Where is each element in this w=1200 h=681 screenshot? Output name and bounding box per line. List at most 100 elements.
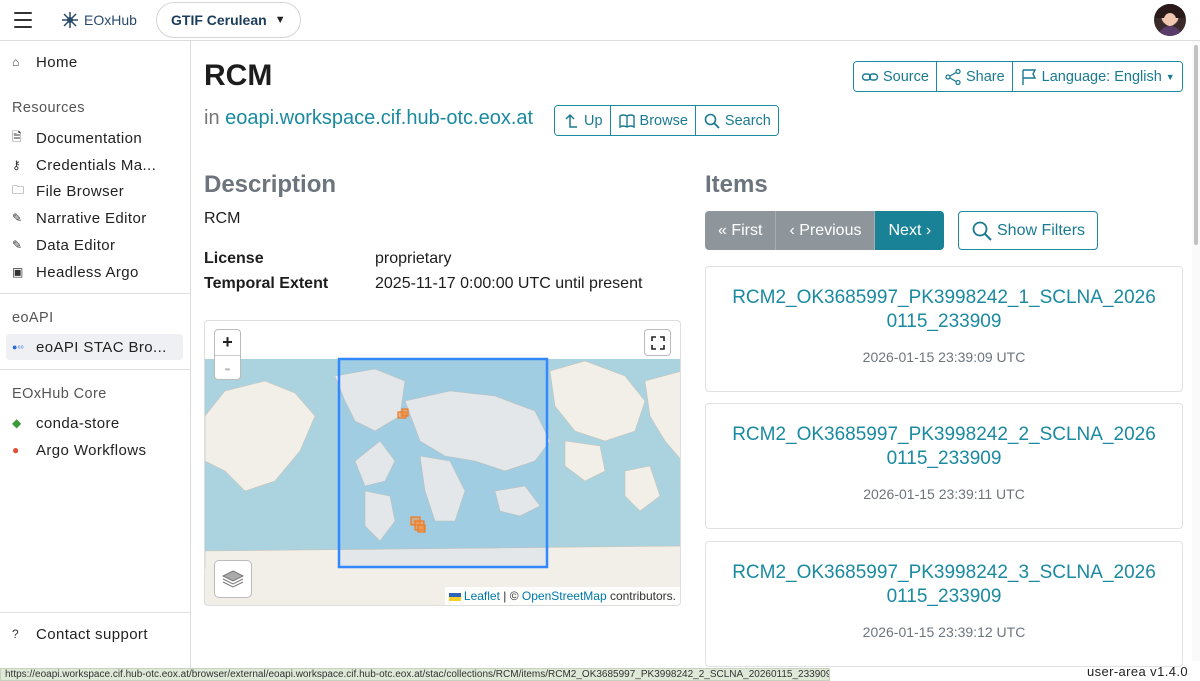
zoom-out-button[interactable]: -: [215, 355, 240, 380]
item-date: 2026-01-15 23:39:11 UTC: [863, 486, 1025, 502]
next-page-button[interactable]: Next ›: [875, 211, 945, 250]
workspace-name: GTIF Cerulean: [171, 12, 267, 28]
browse-button[interactable]: Browse: [610, 106, 696, 135]
button-label: Show Filters: [997, 221, 1086, 239]
edit-data-icon: ✎: [12, 238, 23, 252]
sidebar-divider: [0, 612, 190, 613]
document-icon: 🗎: [12, 129, 23, 144]
home-icon: ⌂: [12, 55, 20, 69]
sidebar-item-conda-store[interactable]: ◆ conda-store: [6, 410, 183, 436]
zoom-control: + -: [214, 329, 241, 380]
main-content: RCM in eoapi.workspace.cif.hub-otc.eox.a…: [192, 41, 1192, 667]
link-status-url: https://eoapi.workspace.cif.hub-otc.eox.…: [0, 668, 830, 681]
item-card[interactable]: RCM2_OK3685997_PK3998242_1_SCLNA_2026 011…: [705, 266, 1183, 392]
item-date: 2026-01-15 23:39:09 UTC: [862, 349, 1026, 365]
caret-down-icon: ▼: [274, 14, 286, 26]
sidebar-item-label: Argo Workflows: [36, 441, 147, 459]
sidebar-item-documentation[interactable]: 🗎 Documentation: [6, 125, 183, 151]
sidebar-item-headless-argo[interactable]: ▣ Headless Argo: [6, 259, 183, 285]
sidebar-item-argo-workflows[interactable]: ● Argo Workflows: [6, 437, 183, 463]
osm-link[interactable]: OpenStreetMap: [522, 589, 607, 603]
license-label: License: [204, 250, 264, 267]
sidebar-heading-eoapi: eoAPI: [12, 310, 54, 326]
caret-down-icon: ▼: [1165, 71, 1175, 82]
share-icon: [945, 68, 961, 85]
map-attribution: Leaflet | © OpenStreetMap contributors.: [444, 587, 680, 605]
map[interactable]: + - Leaflet | © OpenStreetMap contributo…: [204, 320, 681, 606]
ukraine-flag-icon: [448, 592, 461, 601]
eoxhub-logo-icon: [62, 12, 78, 28]
logo-text: EOxHub: [84, 12, 137, 28]
sidebar-item-label: Data Editor: [36, 236, 116, 254]
top-bar: EOxHub GTIF Cerulean ▼: [0, 0, 1200, 41]
scrollbar-thumb[interactable]: [1194, 45, 1198, 245]
sidebar-heading-eoxhub-core: EOxHub Core: [12, 386, 107, 402]
language-dropdown[interactable]: Language: English ▼: [1012, 62, 1182, 91]
nav-button-group: Up Browse Search: [554, 105, 779, 136]
top-button-group: Source Share Language: English ▼: [853, 61, 1183, 92]
workspace-select[interactable]: GTIF Cerulean ▼: [156, 2, 301, 38]
up-button[interactable]: Up: [555, 106, 611, 135]
page-subtitle: in eoapi.workspace.cif.hub-otc.eox.at: [204, 107, 533, 130]
item-card[interactable]: RCM2_OK3685997_PK3998242_3_SCLNA_2026 011…: [705, 541, 1183, 667]
show-filters-button[interactable]: Show Filters: [958, 211, 1099, 250]
host-link[interactable]: eoapi.workspace.cif.hub-otc.eox.at: [225, 107, 533, 129]
sidebar: ⌂ Home Resources 🗎 Documentation ⚷ Crede…: [0, 41, 191, 681]
item-title[interactable]: RCM2_OK3685997_PK3998242_2_SCLNA_2026 011…: [706, 423, 1182, 471]
sidebar-item-label: Documentation: [36, 129, 143, 147]
item-title[interactable]: RCM2_OK3685997_PK3998242_3_SCLNA_2026 011…: [706, 561, 1182, 609]
button-label: Share: [965, 68, 1005, 85]
sidebar-item-eoapi-stac-browser[interactable]: ●ᵉᵒ eoAPI STAC Bro...: [6, 334, 183, 360]
sidebar-item-label: Narrative Editor: [36, 209, 147, 227]
sidebar-item-file-browser[interactable]: 🗀 File Browser: [6, 178, 183, 204]
flag-icon: [1021, 68, 1036, 85]
in-label: in: [204, 107, 220, 129]
sidebar-item-narrative-editor[interactable]: ✎ Narrative Editor: [6, 205, 183, 231]
sidebar-item-contact-support[interactable]: ? Contact support: [6, 621, 183, 647]
zoom-in-button[interactable]: +: [215, 330, 240, 355]
sidebar-item-label: File Browser: [36, 182, 125, 200]
scrollbar[interactable]: [1192, 41, 1200, 661]
button-label: Source: [883, 68, 929, 85]
layers-icon: [221, 570, 245, 588]
fullscreen-icon: [650, 335, 665, 350]
layers-button[interactable]: [214, 560, 252, 598]
sidebar-item-label: eoAPI STAC Bro...: [36, 338, 167, 356]
temporal-extent-label: Temporal Extent: [204, 275, 329, 292]
sidebar-item-label: Contact support: [36, 625, 148, 643]
eoxhub-logo[interactable]: EOxHub: [60, 10, 137, 30]
page-title: RCM: [204, 59, 273, 92]
avatar[interactable]: [1154, 4, 1186, 36]
sidebar-item-home[interactable]: ⌂ Home: [6, 49, 183, 75]
search-icon: [972, 221, 992, 241]
terminal-icon: ▣: [12, 265, 24, 279]
search-button[interactable]: Search: [695, 106, 778, 135]
sidebar-item-label: conda-store: [36, 414, 120, 432]
items-heading: Items: [705, 171, 768, 198]
item-card[interactable]: RCM2_OK3685997_PK3998242_2_SCLNA_2026 011…: [705, 403, 1183, 529]
description-heading: Description: [204, 171, 337, 198]
item-title[interactable]: RCM2_OK3685997_PK3998242_1_SCLNA_2026 011…: [706, 286, 1182, 334]
license-value: proprietary: [375, 250, 452, 267]
search-icon: [704, 113, 720, 129]
leaflet-link[interactable]: Leaflet: [464, 589, 500, 603]
link-icon: [861, 72, 879, 81]
menu-icon[interactable]: [14, 12, 32, 28]
sidebar-item-data-editor[interactable]: ✎ Data Editor: [6, 232, 183, 258]
previous-page-button[interactable]: ‹ Previous: [776, 211, 876, 250]
sidebar-item-credentials[interactable]: ⚷ Credentials Ma...: [6, 152, 183, 178]
version-label: user-area v1.4.0: [1086, 664, 1188, 679]
attribution-separator: | ©: [499, 589, 522, 603]
button-label: Browse: [639, 112, 688, 129]
button-label: Language: English: [1041, 68, 1162, 85]
description-text: RCM: [204, 210, 241, 227]
conda-store-icon: ◆: [12, 416, 22, 430]
temporal-extent-value: 2025-11-17 0:00:00 UTC until present: [375, 275, 643, 292]
fullscreen-button[interactable]: [644, 329, 671, 356]
question-icon: ?: [12, 627, 20, 641]
argo-icon: ●: [12, 443, 20, 457]
first-page-button[interactable]: « First: [705, 211, 777, 250]
source-button[interactable]: Source: [854, 62, 937, 91]
share-button[interactable]: Share: [936, 62, 1013, 91]
world-map-tiles: [205, 321, 680, 605]
